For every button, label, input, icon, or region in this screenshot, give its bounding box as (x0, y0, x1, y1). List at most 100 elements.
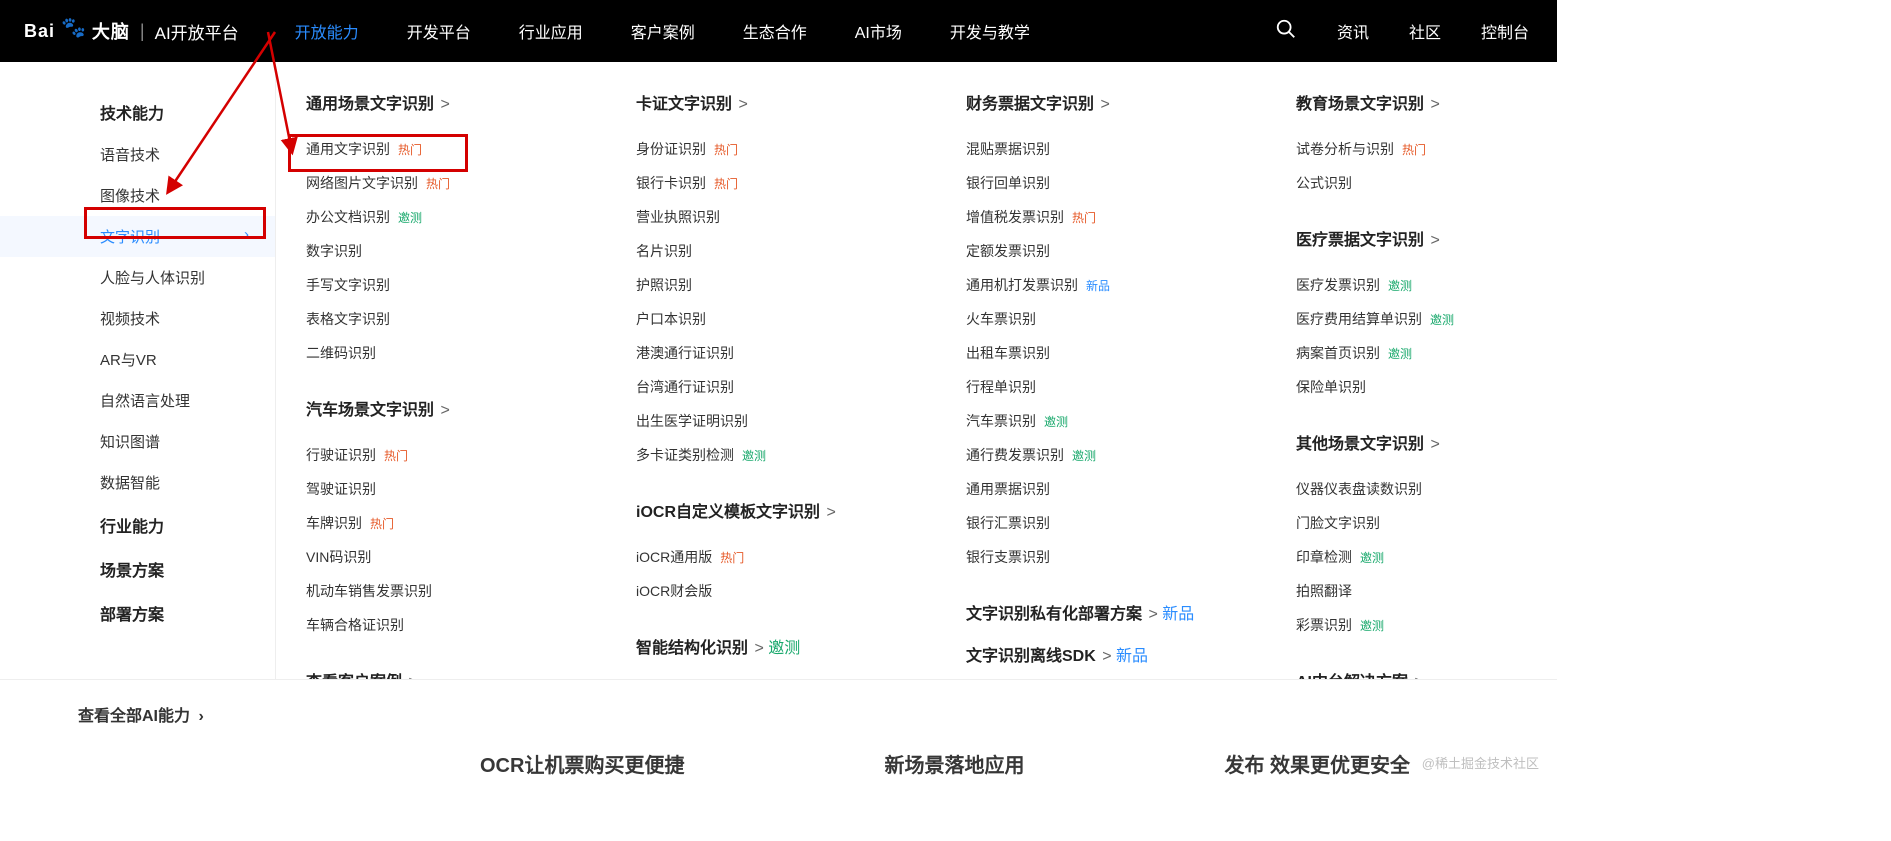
feature-link[interactable]: 公式识别 (1296, 166, 1557, 200)
nav-item[interactable]: 行业应用 (519, 19, 583, 43)
feature-link[interactable]: 行驶证识别热门 (306, 438, 626, 472)
feature-link[interactable]: 银行汇票识别 (966, 506, 1286, 540)
sidebar-item[interactable]: 数据智能 (0, 462, 275, 503)
feature-link[interactable]: 病案首页识别邀测 (1296, 336, 1557, 370)
feature-link-label: 银行支票识别 (966, 547, 1050, 567)
nav-right-item[interactable]: 资讯 (1337, 19, 1369, 43)
category-title[interactable]: 通用场景文字识别 > (306, 90, 626, 114)
feature-link[interactable]: 台湾通行证识别 (636, 370, 956, 404)
sidebar-item[interactable]: 图像技术 (0, 175, 275, 216)
feature-link[interactable]: 混贴票据识别 (966, 132, 1286, 166)
sidebar-item[interactable]: 自然语言处理 (0, 380, 275, 421)
feature-link[interactable]: 通用票据识别 (966, 472, 1286, 506)
tag-yaoce: 邀测 (1072, 447, 1096, 464)
feature-link[interactable]: 门脸文字识别 (1296, 506, 1557, 540)
category-title[interactable]: 教育场景文字识别 > (1296, 90, 1557, 114)
feature-link[interactable]: 护照识别 (636, 268, 956, 302)
nav-right-item[interactable]: 控制台 (1481, 19, 1529, 43)
feature-link[interactable]: 名片识别 (636, 234, 956, 268)
sidebar-item-label: 图像技术 (100, 188, 160, 205)
feature-link[interactable]: 通用机打发票识别新品 (966, 268, 1286, 302)
feature-link[interactable]: 多卡证类别检测邀测 (636, 438, 956, 472)
feature-link[interactable]: 医疗费用结算单识别邀测 (1296, 302, 1557, 336)
feature-link[interactable]: 数字识别 (306, 234, 626, 268)
sidebar-item[interactable]: 文字识别› (0, 216, 275, 257)
feature-link-label: 多卡证类别检测 (636, 445, 734, 465)
feature-link[interactable]: 车牌识别热门 (306, 506, 626, 540)
category-title[interactable]: 汽车场景文字识别 > (306, 396, 626, 420)
feature-link[interactable]: 出生医学证明识别 (636, 404, 956, 438)
feature-link[interactable]: 仪器仪表盘读数识别 (1296, 472, 1557, 506)
feature-link[interactable]: 出租车票识别 (966, 336, 1286, 370)
nav-right-item[interactable]: 社区 (1409, 19, 1441, 43)
logo[interactable]: Bai🐾 大脑 | AI开放平台 (24, 18, 239, 44)
category-title[interactable]: 查看客户案例 > (306, 668, 626, 679)
sidebar-item[interactable]: 视频技术 (0, 298, 275, 339)
feature-link[interactable]: 通行费发票识别邀测 (966, 438, 1286, 472)
category-title[interactable]: 医疗票据文字识别 > (1296, 226, 1557, 250)
search-icon[interactable] (1275, 18, 1297, 45)
category-title[interactable]: 文字识别离线SDK > 新品 (966, 642, 1286, 666)
feature-link[interactable]: 网络图片文字识别热门 (306, 166, 626, 200)
feature-link[interactable]: 身份证识别热门 (636, 132, 956, 166)
feature-link[interactable]: 拍照翻译 (1296, 574, 1557, 608)
feature-link[interactable]: 办公文档识别邀测 (306, 200, 626, 234)
feature-link[interactable]: 保险单识别 (1296, 370, 1557, 404)
feature-link[interactable]: 营业执照识别 (636, 200, 956, 234)
sidebar-group-title: 部署方案 (0, 591, 275, 635)
nav-item[interactable]: 开放能力 (295, 19, 359, 43)
sidebar-item-label: 语音技术 (100, 147, 160, 164)
feature-link[interactable]: 手写文字识别 (306, 268, 626, 302)
feature-link[interactable]: 银行卡识别热门 (636, 166, 956, 200)
feature-link[interactable]: 定额发票识别 (966, 234, 1286, 268)
category-title[interactable]: 智能结构化识别 > 邀测 (636, 634, 956, 658)
nav-item[interactable]: 开发平台 (407, 19, 471, 43)
feature-link[interactable]: 机动车销售发票识别 (306, 574, 626, 608)
feature-link-label: iOCR财会版 (636, 581, 712, 601)
chevron-right-icon: > (750, 640, 764, 657)
category-title[interactable]: iOCR自定义模板文字识别 > (636, 498, 956, 522)
feature-link[interactable]: 汽车票识别邀测 (966, 404, 1286, 438)
feature-link[interactable]: 银行回单识别 (966, 166, 1286, 200)
feature-link[interactable]: 二维码识别 (306, 336, 626, 370)
nav-item[interactable]: 开发与教学 (950, 19, 1030, 43)
feature-link[interactable]: 银行支票识别 (966, 540, 1286, 574)
feature-link-label: 车牌识别 (306, 513, 362, 533)
feature-link[interactable]: 驾驶证识别 (306, 472, 626, 506)
see-all-ai[interactable]: 查看全部AI能力 › (0, 680, 1557, 738)
nav-item[interactable]: 客户案例 (631, 19, 695, 43)
feature-link-label: 营业执照识别 (636, 207, 720, 227)
sidebar-item[interactable]: 人脸与人体识别 (0, 257, 275, 298)
feature-link[interactable]: 医疗发票识别邀测 (1296, 268, 1557, 302)
feature-link[interactable]: 火车票识别 (966, 302, 1286, 336)
sidebar-item[interactable]: AR与VR (0, 339, 275, 380)
category-title[interactable]: 卡证文字识别 > (636, 90, 956, 114)
feature-link[interactable]: iOCR通用版热门 (636, 540, 956, 574)
sidebar-item[interactable]: 语音技术 (0, 134, 275, 175)
category-title[interactable]: 文字识别私有化部署方案 > 新品 (966, 600, 1286, 624)
feature-link[interactable]: 户口本识别 (636, 302, 956, 336)
category-title[interactable]: 其他场景文字识别 > (1296, 430, 1557, 454)
sidebar-item[interactable]: 知识图谱 (0, 421, 275, 462)
feature-link[interactable]: 通用文字识别热门 (306, 132, 626, 166)
feature-link[interactable]: 行程单识别 (966, 370, 1286, 404)
nav-item[interactable]: 生态合作 (743, 19, 807, 43)
feature-link[interactable]: 印章检测邀测 (1296, 540, 1557, 574)
feature-link[interactable]: VIN码识别 (306, 540, 626, 574)
tag-hot: 热门 (370, 515, 394, 532)
feature-link[interactable]: 试卷分析与识别热门 (1296, 132, 1557, 166)
feature-link[interactable]: 彩票识别邀测 (1296, 608, 1557, 642)
category-title[interactable]: AI中台解决方案 > (1296, 668, 1557, 679)
feature-link[interactable]: 增值税发票识别热门 (966, 200, 1286, 234)
nav-item[interactable]: AI市场 (855, 19, 902, 43)
sidebar-item-label: 文字识别 (100, 229, 160, 246)
category-title[interactable]: 财务票据文字识别 > (966, 90, 1286, 114)
feature-link[interactable]: 港澳通行证识别 (636, 336, 956, 370)
feature-link[interactable]: iOCR财会版 (636, 574, 956, 608)
feature-link[interactable]: 表格文字识别 (306, 302, 626, 336)
feature-link[interactable]: 车辆合格证识别 (306, 608, 626, 642)
feature-link-label: 二维码识别 (306, 343, 376, 363)
chevron-right-icon: > (1426, 96, 1440, 113)
chevron-right-icon: > (436, 402, 450, 419)
tag-hot: 热门 (1402, 141, 1426, 158)
